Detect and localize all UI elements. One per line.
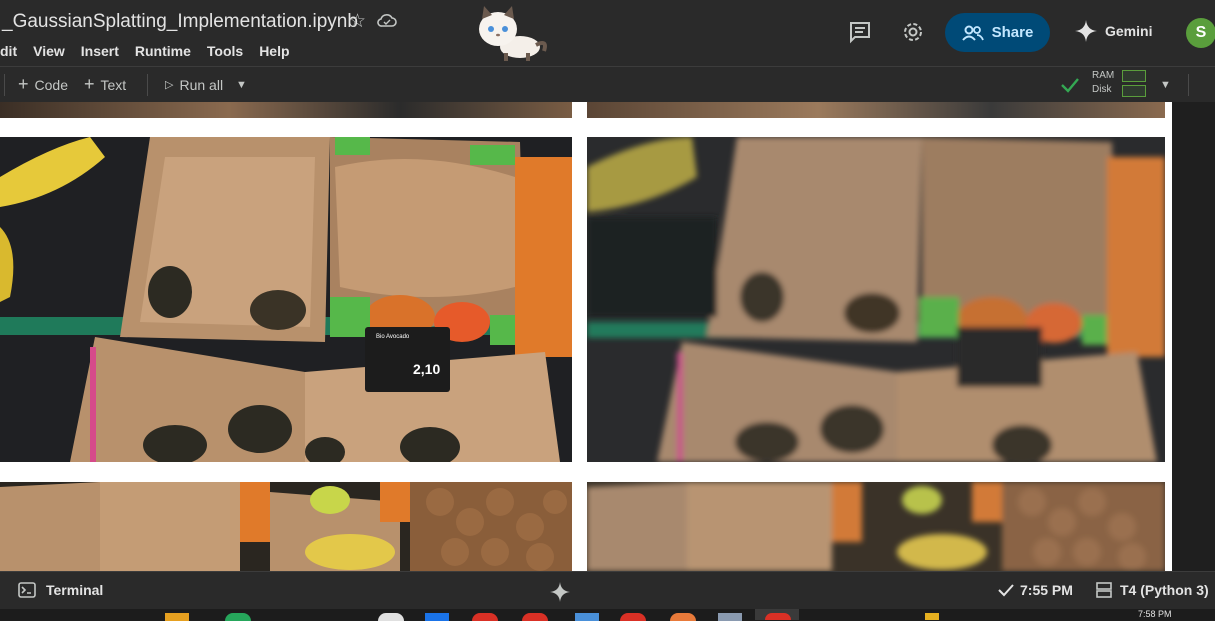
menu-view[interactable]: View bbox=[33, 43, 65, 61]
add-text-label: Text bbox=[100, 76, 127, 93]
output-image-splat-render bbox=[587, 137, 1165, 462]
runtime-server-icon bbox=[1096, 582, 1112, 598]
notebook-scrollbar[interactable] bbox=[1172, 102, 1215, 571]
menu-runtime[interactable]: Runtime bbox=[135, 43, 191, 61]
cloud-save-icon[interactable] bbox=[377, 12, 397, 33]
connected-check-icon bbox=[1060, 67, 1080, 102]
resources-dropdown[interactable]: ▼ bbox=[1160, 67, 1171, 102]
toolbar-divider bbox=[4, 74, 5, 96]
gemini-sparkle-icon[interactable] bbox=[550, 582, 570, 607]
menu-edit[interactable]: dit bbox=[0, 43, 17, 61]
add-text-button[interactable]: + Text bbox=[84, 67, 126, 102]
plus-icon: + bbox=[18, 74, 29, 94]
gemini-label: Gemini bbox=[1105, 23, 1153, 39]
output-image-render-top bbox=[587, 102, 1165, 118]
ram-usage-bar bbox=[1122, 70, 1146, 82]
execution-time: 7:55 PM bbox=[1020, 582, 1073, 598]
terminal-label: Terminal bbox=[46, 582, 104, 598]
menu-help[interactable]: Help bbox=[259, 43, 289, 61]
play-icon: ▷ bbox=[165, 79, 174, 91]
notebook-toolbar: + Code + Text ▷ Run all ▼ ▼ bbox=[0, 66, 1215, 103]
run-all-label: Run all bbox=[179, 76, 224, 93]
output-image-original: Bio Avocado 2,10 bbox=[0, 137, 572, 462]
gemini-sparkle-icon bbox=[1075, 20, 1097, 42]
check-icon bbox=[998, 584, 1014, 597]
add-code-button[interactable]: + Code bbox=[18, 67, 68, 102]
notebook-title[interactable]: _GaussianSplatting_Implementation.ipynb bbox=[2, 11, 358, 33]
caret-down-icon: ▼ bbox=[1160, 78, 1171, 91]
taskbar-active-app[interactable] bbox=[755, 609, 799, 620]
add-code-label: Code bbox=[34, 76, 68, 93]
price-tag-price: 2,10 bbox=[413, 361, 441, 377]
output-image-original-bottom bbox=[0, 482, 572, 571]
menu-bar: dit View Insert Runtime Tools Help bbox=[0, 43, 306, 61]
price-tag-title: Bio Avocado bbox=[376, 334, 410, 340]
menu-insert[interactable]: Insert bbox=[81, 43, 119, 61]
gemini-button[interactable]: Gemini bbox=[1075, 20, 1152, 42]
user-avatar[interactable]: S bbox=[1186, 18, 1215, 48]
taskbar-app-icon[interactable] bbox=[925, 613, 939, 620]
settings-gear-icon[interactable] bbox=[901, 20, 925, 49]
cat-mascot-icon bbox=[474, 3, 550, 68]
people-icon bbox=[961, 25, 984, 41]
runtime-label: T4 (Python 3) bbox=[1120, 582, 1209, 598]
os-taskbar: 7:58 PM bbox=[0, 609, 1215, 621]
terminal-icon bbox=[18, 582, 36, 598]
share-label: Share bbox=[991, 24, 1034, 41]
terminal-button[interactable]: Terminal bbox=[18, 582, 103, 598]
toolbar-divider bbox=[147, 74, 148, 96]
runtime-indicator[interactable]: T4 (Python 3) bbox=[1096, 582, 1209, 598]
execution-status[interactable]: 7:55 PM bbox=[998, 582, 1073, 598]
plus-icon: + bbox=[84, 74, 95, 94]
menu-tools[interactable]: Tools bbox=[207, 43, 243, 61]
comment-icon[interactable] bbox=[848, 20, 872, 49]
share-button[interactable]: Share bbox=[945, 13, 1050, 52]
ram-disk-monitor[interactable]: RAM Disk bbox=[1092, 69, 1114, 97]
star-icon[interactable]: ☆ bbox=[349, 10, 366, 33]
cell-output-area: Bio Avocado 2,10 bbox=[0, 102, 1172, 571]
run-all-button[interactable]: ▷ Run all bbox=[165, 67, 223, 102]
toolbar-divider bbox=[1188, 74, 1189, 96]
taskbar-clock[interactable]: 7:58 PM bbox=[1138, 609, 1172, 620]
disk-label: Disk bbox=[1092, 84, 1112, 95]
disk-usage-bar bbox=[1122, 85, 1146, 97]
caret-down-icon: ▼ bbox=[236, 78, 247, 91]
output-image-original-top bbox=[0, 102, 572, 118]
run-options-dropdown[interactable]: ▼ bbox=[236, 67, 247, 102]
ram-label: RAM bbox=[1092, 70, 1115, 81]
output-image-splat-render-bottom bbox=[587, 482, 1165, 571]
status-bar: Terminal 7:55 PM T4 (Python 3) bbox=[0, 571, 1215, 610]
